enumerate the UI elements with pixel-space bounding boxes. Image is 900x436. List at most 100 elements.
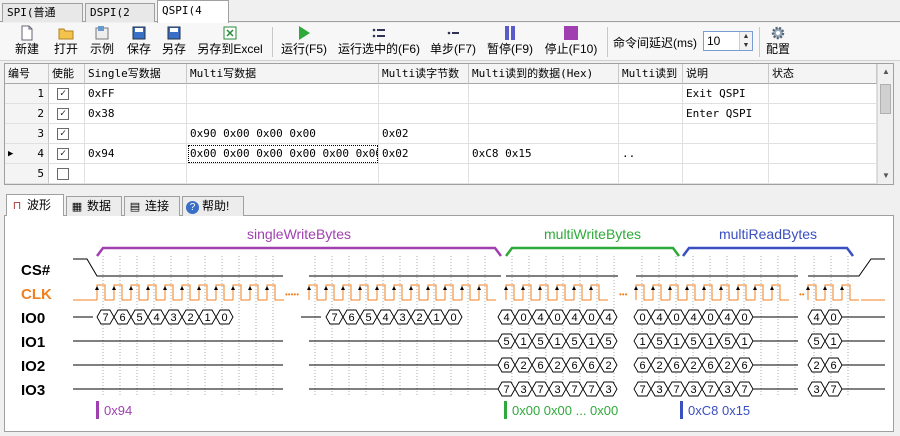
table-row[interactable]: 1 ✓ 0xFF Exit QSPI bbox=[5, 84, 877, 104]
io0-bit-value: 6 bbox=[119, 312, 125, 324]
multi-write-brace bbox=[505, 246, 680, 257]
cell-read-bytes[interactable] bbox=[379, 104, 469, 124]
header-read-to[interactable]: Multi读到 bbox=[619, 64, 683, 84]
cell-multi[interactable] bbox=[187, 84, 379, 104]
io-bit-value: 2 bbox=[554, 360, 560, 372]
waveform-icon: ⊓ bbox=[12, 200, 22, 212]
open-button[interactable]: 打开 bbox=[52, 25, 80, 59]
header-num[interactable]: 编号 bbox=[5, 64, 49, 84]
table-row[interactable]: 3 ✓ 0x90 0x00 0x00 0x00 0x02 bbox=[5, 124, 877, 144]
header-enabled[interactable]: 使能 bbox=[49, 64, 85, 84]
cell-read-bytes[interactable]: 0x02 bbox=[379, 124, 469, 144]
cell-read-to[interactable]: .. bbox=[619, 144, 683, 164]
cell-status[interactable] bbox=[769, 124, 877, 144]
new-button[interactable]: 新建 bbox=[10, 25, 44, 59]
io0-bit-value: 1 bbox=[204, 312, 210, 324]
cell-status[interactable] bbox=[769, 84, 877, 104]
io0-bit-value: 5 bbox=[136, 312, 142, 324]
cell-read-to[interactable] bbox=[619, 124, 683, 144]
cell-desc[interactable] bbox=[683, 124, 769, 144]
scroll-up-icon[interactable]: ▲ bbox=[878, 64, 893, 80]
cell-read-to[interactable] bbox=[619, 104, 683, 124]
io-bit-value: 4 bbox=[656, 312, 662, 324]
header-read-data[interactable]: Multi读到的数据(Hex) bbox=[469, 64, 619, 84]
run-selected-icon bbox=[337, 25, 421, 41]
table-row[interactable]: 5 bbox=[5, 164, 877, 184]
cell-read-data[interactable] bbox=[469, 164, 619, 184]
enabled-checkbox[interactable] bbox=[57, 168, 69, 180]
new-file-icon bbox=[10, 25, 44, 41]
cell-enabled[interactable]: ✓ bbox=[49, 124, 85, 144]
table-row[interactable]: ▶ 4 ✓ 0x94 0x00 0x00 0x00 0x00 0x00 0x00 0x02… bbox=[5, 144, 877, 164]
multi-read-brace bbox=[682, 246, 854, 257]
table-row[interactable]: 2 ✓ 0x38 Enter QSPI bbox=[5, 104, 877, 124]
save-excel-button[interactable]: 另存到Excel bbox=[196, 25, 264, 59]
tab-help[interactable]: ? 帮助! bbox=[182, 196, 244, 216]
step-button[interactable]: 单步(F7) bbox=[430, 25, 476, 59]
pause-button[interactable]: 暂停(F9) bbox=[486, 25, 534, 59]
cell-status[interactable] bbox=[769, 104, 877, 124]
run-selected-button[interactable]: 运行选中的(F6) bbox=[337, 25, 421, 59]
stop-button[interactable]: 停止(F10) bbox=[543, 25, 599, 59]
cell-read-bytes[interactable] bbox=[379, 164, 469, 184]
header-status[interactable]: 状态 bbox=[769, 64, 877, 84]
clk-arrow bbox=[823, 286, 827, 290]
cell-status[interactable] bbox=[769, 144, 877, 164]
scroll-thumb[interactable] bbox=[880, 84, 891, 114]
cell-read-to[interactable] bbox=[619, 164, 683, 184]
header-single[interactable]: Single写数据 bbox=[85, 64, 187, 84]
save-button[interactable]: 保存 bbox=[125, 25, 153, 59]
cell-desc[interactable] bbox=[683, 164, 769, 184]
tab-qspi[interactable]: QSPI(4 IO) bbox=[157, 0, 229, 37]
io0-bit-value: 0 bbox=[450, 312, 456, 324]
cell-single[interactable]: 0xFF bbox=[85, 84, 187, 104]
cell-desc[interactable]: Exit QSPI bbox=[683, 84, 769, 104]
cell-enabled[interactable]: ✓ bbox=[49, 104, 85, 124]
cell-multi[interactable]: 0x00 0x00 0x00 0x00 0x00 0x00 bbox=[187, 144, 379, 164]
grid-scrollbar[interactable]: ▲ ▼ bbox=[877, 64, 893, 184]
cell-multi[interactable]: 0x90 0x00 0x00 0x00 bbox=[187, 124, 379, 144]
delay-spinner[interactable]: ▲ ▼ bbox=[739, 32, 752, 50]
tab-spi[interactable]: SPI(普通SPI) bbox=[2, 3, 83, 37]
enabled-checkbox[interactable]: ✓ bbox=[57, 88, 69, 100]
header-multi[interactable]: Multi写数据 bbox=[187, 64, 379, 84]
cell-single[interactable]: 0x38 bbox=[85, 104, 187, 124]
cell-read-data[interactable] bbox=[469, 104, 619, 124]
cell-multi[interactable] bbox=[187, 164, 379, 184]
enabled-checkbox[interactable]: ✓ bbox=[57, 128, 69, 140]
gear-icon bbox=[764, 25, 792, 41]
cell-desc[interactable] bbox=[683, 144, 769, 164]
config-button[interactable]: 配置 bbox=[764, 25, 792, 59]
cell-read-to[interactable] bbox=[619, 84, 683, 104]
header-desc[interactable]: 说明 bbox=[683, 64, 769, 84]
cell-desc[interactable]: Enter QSPI bbox=[683, 104, 769, 124]
cell-single[interactable]: 0x94 bbox=[85, 144, 187, 164]
cell-single[interactable] bbox=[85, 164, 187, 184]
enabled-checkbox[interactable]: ✓ bbox=[57, 148, 69, 160]
run-button[interactable]: 运行(F5) bbox=[280, 25, 328, 59]
clk-arrow bbox=[231, 286, 235, 290]
cell-read-data[interactable]: 0xC8 0x15 bbox=[469, 144, 619, 164]
io-bit-value: 2 bbox=[813, 360, 819, 372]
tab-dspi[interactable]: DSPI(2 IO) bbox=[85, 3, 155, 37]
cell-status[interactable] bbox=[769, 164, 877, 184]
cell-read-bytes[interactable]: 0x02 bbox=[379, 144, 469, 164]
clk-arrow bbox=[392, 286, 396, 290]
cell-single[interactable] bbox=[85, 124, 187, 144]
tab-connection[interactable]: ▤ 连接 bbox=[124, 196, 180, 216]
cell-enabled[interactable]: ✓ bbox=[49, 144, 85, 164]
cell-multi[interactable] bbox=[187, 104, 379, 124]
scroll-down-icon[interactable]: ▼ bbox=[878, 168, 893, 184]
tab-waveform[interactable]: ⊓ 波形 bbox=[6, 194, 64, 216]
tab-data[interactable]: ▦ 数据 bbox=[66, 196, 122, 216]
enabled-checkbox[interactable]: ✓ bbox=[57, 108, 69, 120]
cell-enabled[interactable] bbox=[49, 164, 85, 184]
header-read-bytes[interactable]: Multi读字节数 bbox=[379, 64, 469, 84]
example-button[interactable]: 示例 bbox=[88, 25, 116, 59]
cell-read-data[interactable] bbox=[469, 84, 619, 104]
cell-read-bytes[interactable] bbox=[379, 84, 469, 104]
clk-arrow bbox=[375, 286, 379, 290]
save-as-button[interactable]: 另存 bbox=[160, 25, 188, 59]
cell-enabled[interactable]: ✓ bbox=[49, 84, 85, 104]
cell-read-data[interactable] bbox=[469, 124, 619, 144]
